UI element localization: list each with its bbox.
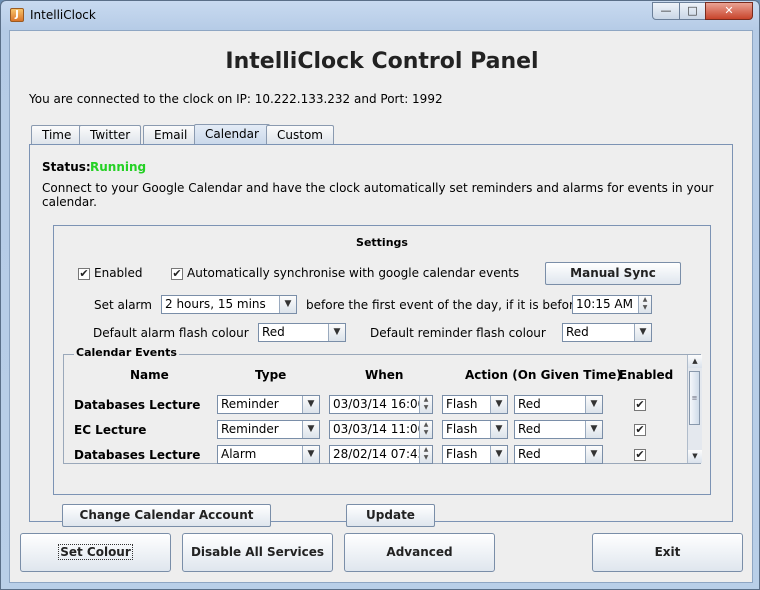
tab-email[interactable]: Email [143,125,199,145]
reminder-flash-colour-dropdown[interactable]: Red ▼ [562,323,652,342]
settings-title: Settings [356,236,408,249]
event-action-dropdown[interactable]: Flash ▼ [442,445,508,464]
event-name: Databases Lecture [74,448,201,462]
calendar-events-title: Calendar Events [74,346,179,356]
event-colour-dropdown[interactable]: Red ▼ [514,420,603,439]
chevron-down-icon: ▼ [302,396,319,413]
manual-sync-button[interactable]: Manual Sync [545,262,681,285]
reminder-flash-colour-label: Default reminder flash colour [370,326,546,340]
exit-button[interactable]: Exit [592,533,743,572]
column-header-enabled: Enabled [619,368,674,382]
reminder-flash-colour-value: Red [566,325,589,339]
chevron-down-icon: ▼ [302,446,319,463]
app-window: J IntelliClock — □ ✕ IntelliClock Contro… [0,0,760,590]
event-action-dropdown[interactable]: Flash ▼ [442,395,508,414]
event-enabled-checkbox[interactable]: ✔ [634,424,646,436]
set-colour-button[interactable]: Set Colour [20,533,171,572]
chevron-down-icon: ▼ [490,421,507,438]
spinner-arrows-icon[interactable]: ▲ ▼ [419,421,432,438]
event-when-spinner[interactable]: 03/03/14 16:00 ▲ ▼ [329,395,433,414]
alarm-flash-colour-label: Default alarm flash colour [93,326,249,340]
title-bar[interactable]: J IntelliClock — □ ✕ [1,1,759,29]
event-colour-dropdown[interactable]: Red ▼ [514,445,603,464]
set-alarm-offset-value: 2 hours, 15 mins [165,297,266,311]
spinner-arrows-icon[interactable]: ▲ ▼ [638,296,651,313]
chevron-down-icon: ▼ [490,446,507,463]
autosync-label: Automatically synchronise with google ca… [187,266,520,280]
page-title: IntelliClock Control Panel [225,49,539,74]
set-colour-label: Set Colour [58,544,133,560]
event-action-dropdown[interactable]: Flash ▼ [442,420,508,439]
set-alarm-label: Set alarm [94,298,152,312]
set-alarm-offset-dropdown[interactable]: 2 hours, 15 mins ▼ [161,295,297,314]
enabled-label: Enabled [94,266,143,280]
event-when-spinner[interactable]: 28/02/14 07:45 ▲ ▼ [329,445,433,464]
minimize-button[interactable]: — [652,2,680,20]
column-header-name: Name [130,368,169,382]
event-type-dropdown[interactable]: Alarm ▼ [217,445,320,464]
chevron-down-icon: ▼ [585,396,602,413]
cutoff-time-value: 10:15 AM [576,297,633,311]
calendar-description: Connect to your Google Calendar and have… [42,181,714,209]
alarm-flash-colour-dropdown[interactable]: Red ▼ [258,323,346,342]
events-vertical-scrollbar[interactable]: ▲ ≡ ▼ [687,355,702,463]
tab-time[interactable]: Time [31,125,83,145]
alarm-flash-colour-value: Red [262,325,285,339]
status-value: Running [90,160,147,174]
advanced-button[interactable]: Advanced [344,533,495,572]
maximize-button[interactable]: □ [679,2,706,20]
main-content: IntelliClock Control Panel You are conne… [9,30,753,583]
tab-calendar[interactable]: Calendar [194,124,270,145]
before-text: before the first event of the day, if it… [306,298,582,312]
column-header-action: Action (On Given Time) [465,368,622,382]
event-enabled-checkbox[interactable]: ✔ [634,399,646,411]
connection-info: You are connected to the clock on IP: 10… [29,92,443,106]
event-colour-dropdown[interactable]: Red ▼ [514,395,603,414]
column-header-type: Type [255,368,287,382]
chevron-down-icon: ▼ [585,446,602,463]
autosync-checkbox[interactable]: ✔ [171,268,183,280]
change-calendar-account-button[interactable]: Change Calendar Account [62,504,271,527]
chevron-down-icon: ▼ [585,421,602,438]
settings-group: Settings ✔ Enabled ✔ Automatically synch… [53,225,711,495]
chevron-down-icon: ▼ [490,396,507,413]
column-header-when: When [365,368,404,382]
scroll-down-icon[interactable]: ▼ [688,450,702,463]
cutoff-time-spinner[interactable]: 10:15 AM ▲ ▼ [572,295,652,314]
event-type-dropdown[interactable]: Reminder ▼ [217,420,320,439]
event-name: EC Lecture [74,423,147,437]
event-enabled-checkbox[interactable]: ✔ [634,449,646,461]
chevron-down-icon: ▼ [634,324,651,341]
scroll-up-icon[interactable]: ▲ [688,355,702,368]
chevron-down-icon: ▼ [328,324,345,341]
disable-all-services-button[interactable]: Disable All Services [182,533,333,572]
calendar-events-table: Calendar Events Name Type When Action (O… [63,346,702,464]
event-when-spinner[interactable]: 03/03/14 11:00 ▲ ▼ [329,420,433,439]
chevron-down-icon: ▼ [302,421,319,438]
spinner-arrows-icon[interactable]: ▲ ▼ [419,396,432,413]
tab-twitter[interactable]: Twitter [79,125,142,145]
spinner-arrows-icon[interactable]: ▲ ▼ [419,446,432,463]
calendar-tab-panel: Status: Running Connect to your Google C… [29,144,733,527]
window-title: IntelliClock [30,8,96,22]
chevron-down-icon: ▼ [279,296,296,313]
status-label: Status: [42,160,91,174]
scroll-thumb[interactable]: ≡ [689,371,700,425]
tab-custom[interactable]: Custom [266,125,334,145]
enabled-checkbox[interactable]: ✔ [78,268,90,280]
java-app-icon: J [10,8,24,22]
update-button[interactable]: Update [346,504,435,527]
close-button[interactable]: ✕ [705,2,753,20]
event-type-dropdown[interactable]: Reminder ▼ [217,395,320,414]
event-name: Databases Lecture [74,398,201,412]
